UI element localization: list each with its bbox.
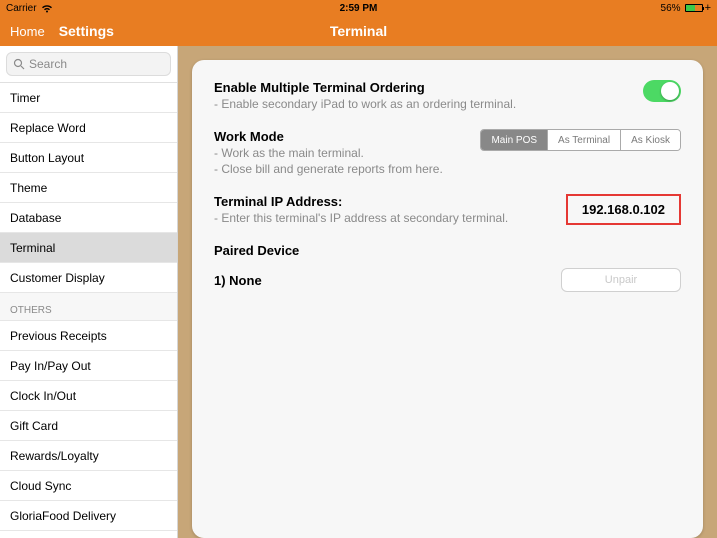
workmode-sub1: - Work as the main terminal. [214,146,480,160]
enable-ordering-sub: - Enable secondary iPad to work as an or… [214,97,643,111]
nav-bar: Home Settings Terminal [0,16,717,46]
paired-device-item: 1) None [214,273,262,288]
sidebar: TimerReplace WordButton LayoutThemeDatab… [0,46,178,538]
workmode-sub2: - Close bill and generate reports from h… [214,162,480,176]
enable-ordering-toggle[interactable] [643,80,681,102]
sidebar-item-customer-display[interactable]: Customer Display [0,263,177,293]
sidebar-item-cloud-sync[interactable]: Cloud Sync [0,471,177,501]
battery-label: 56% [661,3,681,14]
paired-device-title: Paired Device [214,243,681,258]
sidebar-item-database[interactable]: Database [0,203,177,233]
settings-title: Settings [59,23,114,39]
wifi-icon [41,4,53,13]
charging-icon: + [705,2,711,14]
seg-as-terminal[interactable]: As Terminal [548,130,621,150]
unpair-button[interactable]: Unpair [561,268,681,292]
workmode-segment[interactable]: Main POS As Terminal As Kiosk [480,129,681,151]
sidebar-item-gloriafood-delivery[interactable]: GloriaFood Delivery [0,501,177,531]
clock-label: 2:59 PM [241,3,476,14]
sidebar-item-timer[interactable]: Timer [0,83,177,113]
search-icon [13,58,25,70]
sidebar-item-pay-in-pay-out[interactable]: Pay In/Pay Out [0,351,177,381]
sidebar-item-previous-receipts[interactable]: Previous Receipts [0,321,177,351]
ip-title: Terminal IP Address: [214,194,566,209]
sidebar-section-others: OTHERS [0,293,177,321]
home-button[interactable]: Home [10,24,45,39]
sidebar-item-theme[interactable]: Theme [0,173,177,203]
sidebar-item-gift-card[interactable]: Gift Card [0,411,177,441]
enable-ordering-title: Enable Multiple Terminal Ordering [214,80,643,95]
ip-address-value: 192.168.0.102 [566,194,681,225]
seg-as-kiosk[interactable]: As Kiosk [621,130,680,150]
seg-main-pos[interactable]: Main POS [481,130,548,150]
sidebar-item-replace-word[interactable]: Replace Word [0,113,177,143]
status-bar: Carrier 2:59 PM 56% + [0,0,717,16]
sidebar-item-clock-in-out[interactable]: Clock In/Out [0,381,177,411]
sidebar-item-button-layout[interactable]: Button Layout [0,143,177,173]
battery-icon [685,4,703,12]
search-field[interactable] [29,57,164,71]
search-input[interactable] [6,52,171,76]
content-area: Enable Multiple Terminal Ordering - Enab… [178,46,717,538]
settings-card: Enable Multiple Terminal Ordering - Enab… [192,60,703,538]
ip-sub: - Enter this terminal's IP address at se… [214,211,566,225]
sidebar-item-rewards-loyalty[interactable]: Rewards/Loyalty [0,441,177,471]
carrier-label: Carrier [6,3,37,14]
workmode-title: Work Mode [214,129,480,144]
sidebar-item-terminal[interactable]: Terminal [0,233,177,263]
